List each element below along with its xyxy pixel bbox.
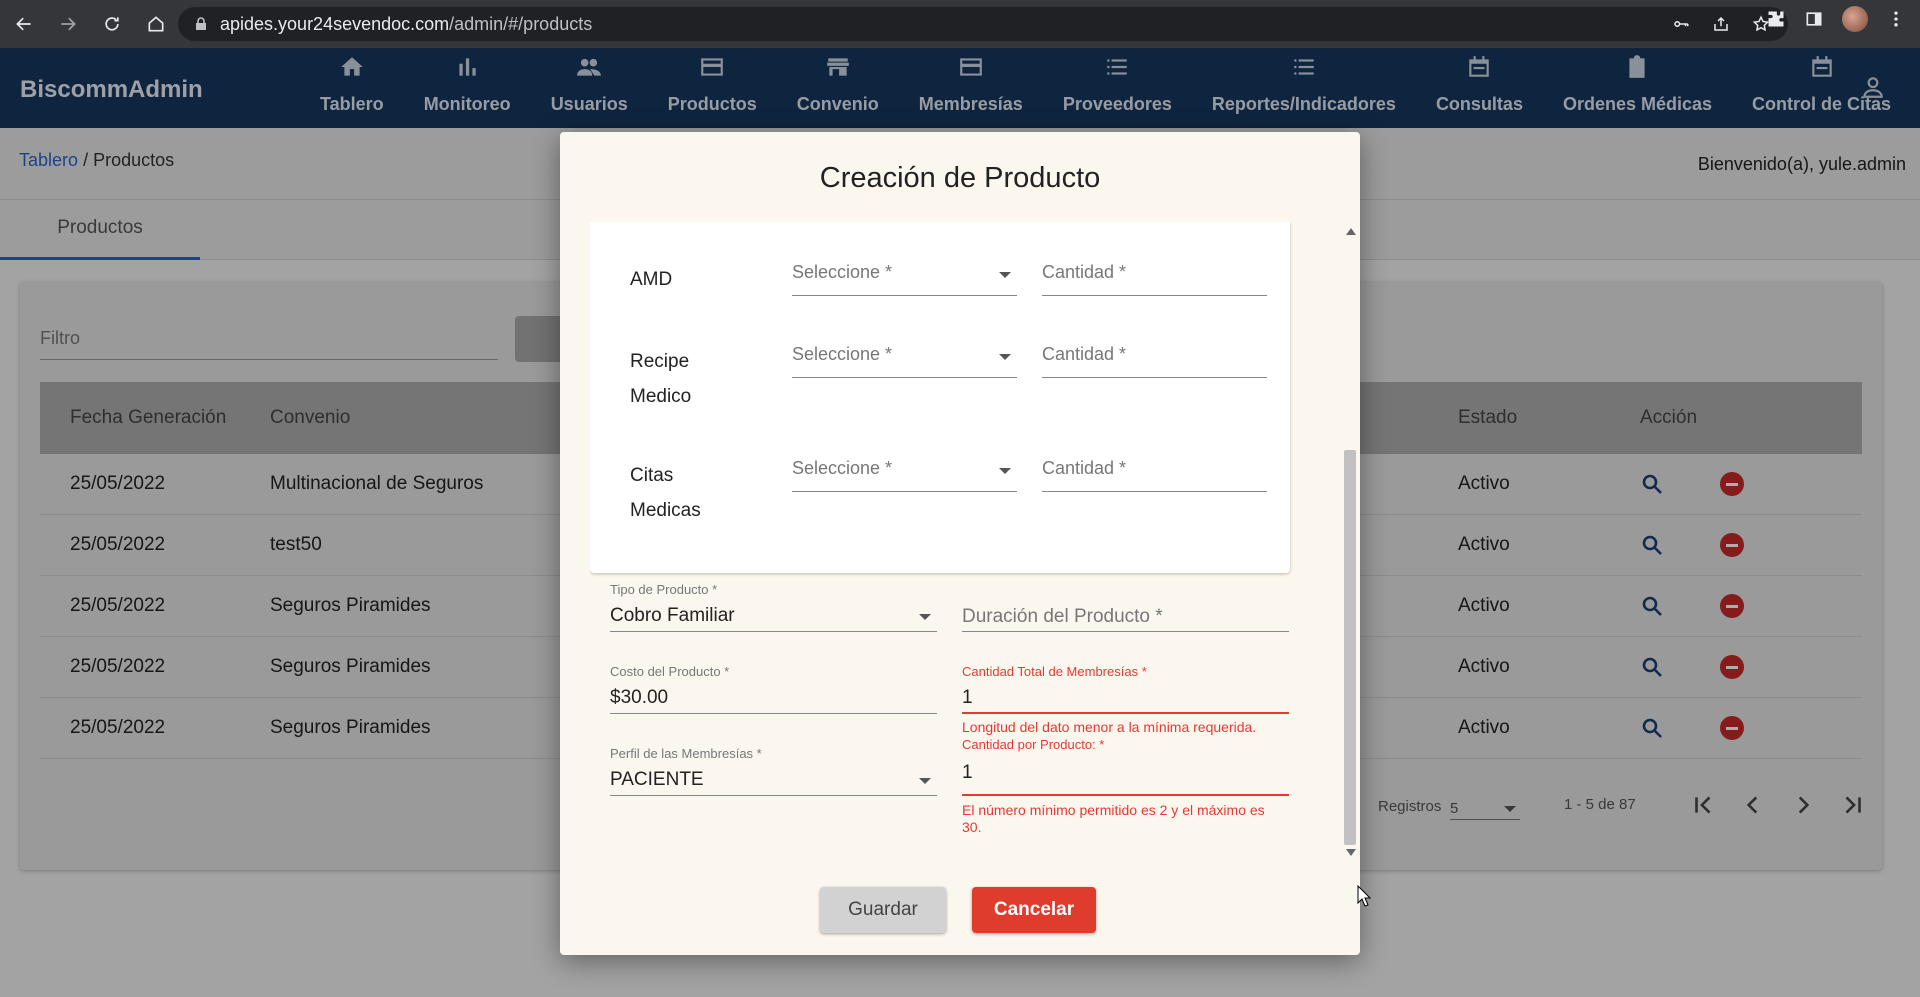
select-placeholder: Seleccione *: [792, 262, 893, 282]
service-select[interactable]: Seleccione *: [792, 448, 1017, 492]
cost-input[interactable]: Costo del Producto * $30.00: [610, 664, 937, 714]
chevron-down-icon: [919, 778, 931, 784]
create-product-dialog: Creación de Producto AMD Seleccione * Ca…: [560, 132, 1360, 955]
field-value: 1: [962, 762, 973, 783]
save-button[interactable]: Guardar: [820, 887, 946, 933]
quantity-input[interactable]: Cantidad *: [1042, 252, 1267, 296]
share-icon[interactable]: [1712, 15, 1730, 33]
menu-dots-icon[interactable]: [1886, 9, 1906, 29]
membership-profile-select[interactable]: Perfil de las Membresías * PACIENTE: [610, 746, 937, 796]
field-value: Cobro Familiar: [610, 605, 735, 626]
scroll-thumb[interactable]: [1344, 450, 1356, 845]
forward-icon[interactable]: [48, 4, 88, 44]
duration-placeholder: Duración del Producto *: [962, 606, 1163, 627]
product-type-select[interactable]: Tipo de Producto * Cobro Familiar: [610, 582, 937, 632]
key-icon[interactable]: [1672, 15, 1690, 33]
service-select[interactable]: Seleccione *: [792, 334, 1017, 378]
scroll-down-icon[interactable]: [1346, 849, 1356, 856]
profile-avatar[interactable]: [1842, 6, 1868, 32]
quantity-placeholder: Cantidad *: [1042, 458, 1127, 478]
chevron-down-icon: [999, 272, 1011, 278]
address-bar[interactable]: apides.your24sevendoc.com/admin/#/produc…: [178, 7, 1788, 41]
field-value: PACIENTE: [610, 769, 704, 790]
field-label: Perfil de las Membresías *: [610, 746, 762, 761]
duration-input[interactable]: Duración del Producto *: [962, 582, 1289, 632]
browser-toolbar: apides.your24sevendoc.com/admin/#/produc…: [0, 0, 1920, 48]
select-placeholder: Seleccione *: [792, 458, 893, 478]
reload-icon[interactable]: [92, 4, 132, 44]
dialog-title: Creación de Producto: [819, 162, 1101, 194]
field-label: Costo del Producto *: [610, 664, 730, 679]
service-label: Recipe Medico: [630, 351, 692, 407]
extensions-icon[interactable]: [1766, 9, 1786, 29]
service-label: Citas Medicas: [630, 465, 701, 521]
page: apides.your24sevendoc.com/admin/#/produc…: [0, 0, 1920, 997]
field-label: Tipo de Producto *: [610, 582, 718, 597]
dialog-body: AMD Seleccione * Cantidad * Recipe Medico…: [590, 222, 1312, 862]
url-text: apides.your24sevendoc.com/admin/#/produc…: [220, 13, 593, 34]
quantity-per-product-error: El número mínimo permitido es 2 y el máx…: [962, 802, 1265, 835]
back-icon[interactable]: [4, 4, 44, 44]
dialog-scrollbar[interactable]: [1342, 222, 1358, 862]
cancel-button[interactable]: Cancelar: [972, 887, 1096, 933]
select-placeholder: Seleccione *: [792, 344, 893, 364]
chevron-down-icon: [999, 468, 1011, 474]
mouse-cursor-icon: [1357, 885, 1371, 907]
chevron-down-icon: [919, 614, 931, 620]
quantity-placeholder: Cantidad *: [1042, 344, 1127, 364]
field-label: Cantidad Total de Membresías *: [962, 664, 1147, 679]
field-value: $30.00: [610, 687, 669, 708]
service-select[interactable]: Seleccione *: [792, 252, 1017, 296]
field-label: Cantidad por Producto: *: [962, 737, 1105, 752]
field-value: 1: [962, 687, 973, 708]
home-browser-icon[interactable]: [136, 4, 176, 44]
scroll-up-icon[interactable]: [1346, 228, 1356, 235]
service-label: AMD: [630, 269, 673, 290]
quantity-input[interactable]: Cantidad *: [1042, 448, 1267, 492]
side-panel-icon[interactable]: [1804, 9, 1824, 29]
services-card: AMD Seleccione * Cantidad * Recipe Medico…: [590, 222, 1290, 573]
quantity-placeholder: Cantidad *: [1042, 262, 1127, 282]
chevron-down-icon: [999, 354, 1011, 360]
lock-icon: [196, 17, 206, 30]
total-memberships-error: Longitud del dato menor a la mínima requ…: [962, 719, 1257, 735]
total-memberships-input[interactable]: Cantidad Total de Membresías * 1: [962, 664, 1289, 714]
quantity-per-product-input[interactable]: Cantidad por Producto: * 1: [962, 737, 1289, 796]
quantity-input[interactable]: Cantidad *: [1042, 334, 1267, 378]
